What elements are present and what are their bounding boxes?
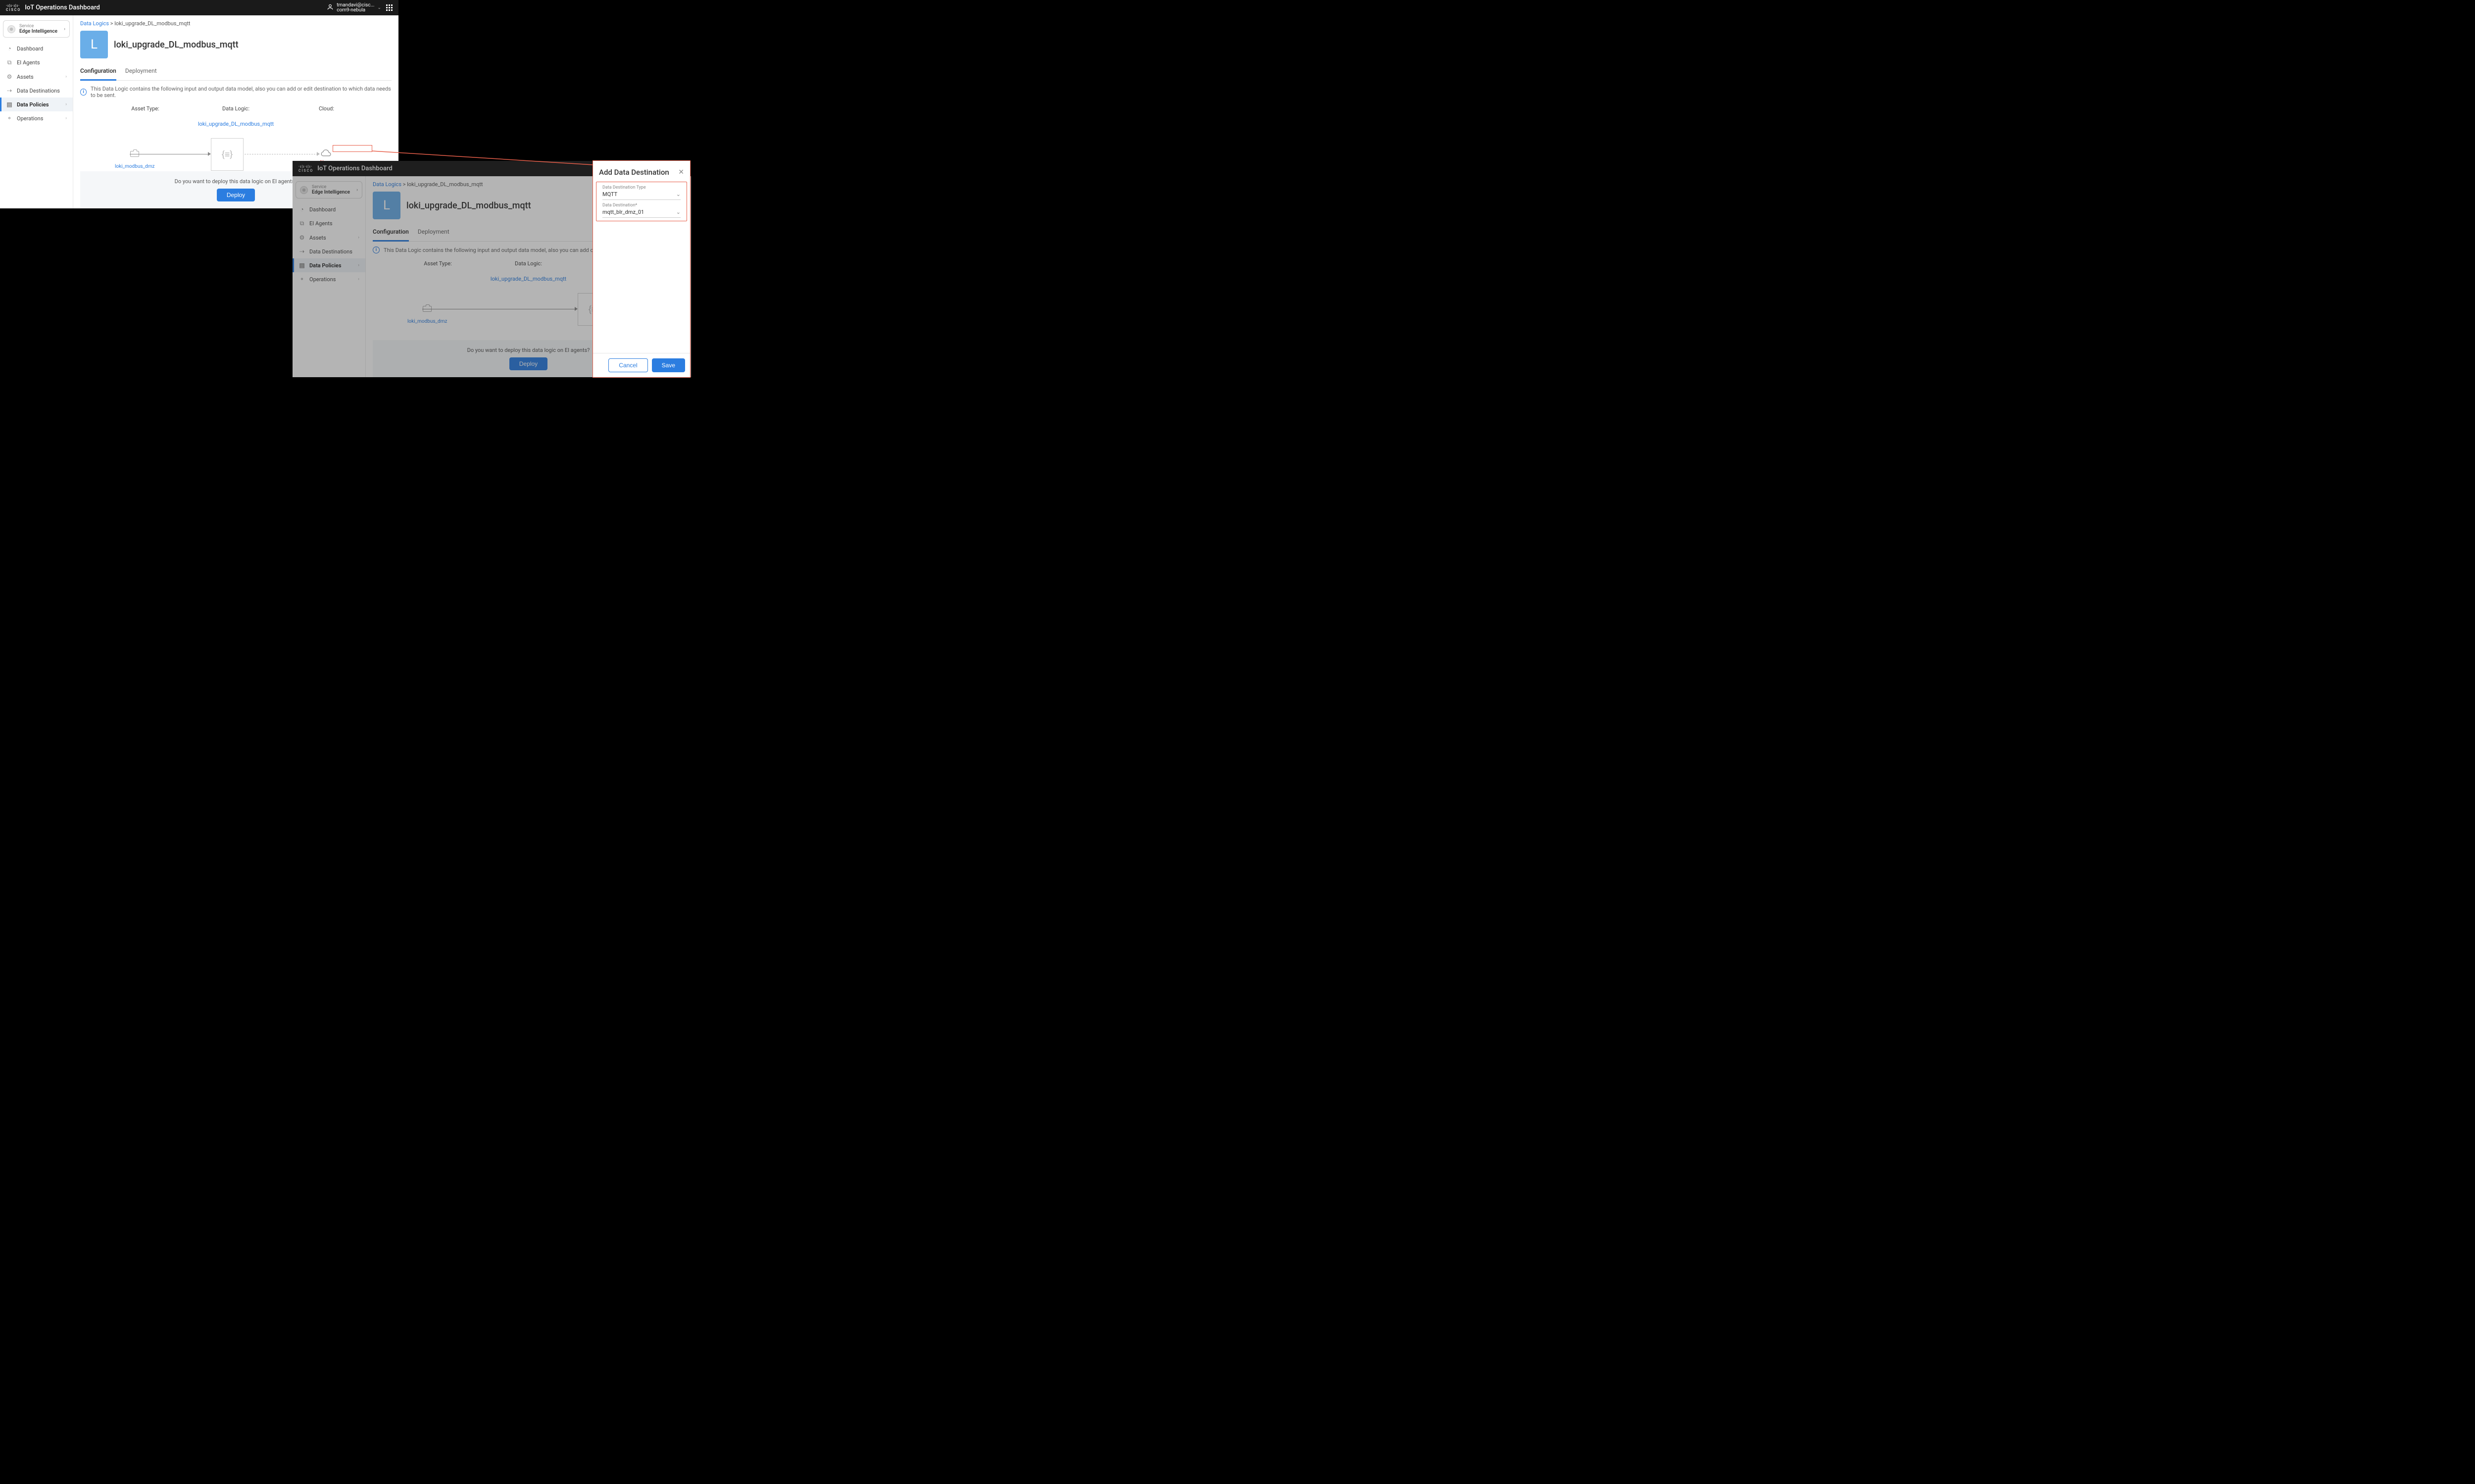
deploy-button[interactable]: Deploy: [217, 189, 255, 201]
service-selector[interactable]: Service Edge Intelligence ›: [296, 181, 362, 198]
chevron-right-icon: ›: [358, 277, 359, 282]
tabs: Configuration Deployment: [80, 63, 392, 81]
sidebar-item-operations[interactable]: ⚬ Operations ›: [0, 111, 73, 125]
service-selector[interactable]: Service Edge Intelligence ›: [3, 20, 70, 38]
operations-icon: ⚬: [298, 276, 305, 283]
topbar-right: tmandavi@cisc... com9-nebula ⌄: [327, 3, 393, 13]
chevron-right-icon: ›: [358, 263, 359, 268]
user-icon: [327, 3, 334, 12]
tab-configuration[interactable]: Configuration: [80, 63, 116, 81]
annotation-highlight: [333, 145, 372, 152]
sidebar-item-ei-agents[interactable]: ⧉ EI Agents: [0, 55, 73, 70]
cloud-node: [320, 149, 333, 158]
add-destination-panel: Add Data Destination ✕ Data Destination …: [593, 161, 690, 377]
asset-label[interactable]: loki_modbus_dmz: [115, 164, 154, 169]
sidebar-item-assets[interactable]: ⚙ Assets ›: [0, 70, 73, 84]
annotation-highlight-fields: Data Destination Type MQTT ⌄ Data Destin…: [596, 182, 687, 221]
breadcrumb-leaf: loki_upgrade_DL_modbus_mqtt: [114, 20, 190, 27]
product-title: IoT Operations Dashboard: [25, 4, 100, 11]
chevron-down-icon: ⌄: [676, 209, 681, 215]
gauge-icon: ◔: [6, 45, 13, 52]
page-title: loki_upgrade_DL_modbus_mqtt: [114, 40, 239, 50]
chevron-down-icon: ⌄: [676, 191, 681, 198]
sidebar-item-assets[interactable]: ⚙ Assets ›: [293, 231, 365, 245]
field-destination-type: Data Destination Type MQTT ⌄: [596, 182, 687, 200]
sidebar-item-dashboard[interactable]: ◔ Dashboard: [293, 202, 365, 216]
info-banner: i This Data Logic contains the following…: [80, 86, 392, 99]
field-destination: Data Destination* mqtt_blr_dmz_01 ⌄: [596, 200, 687, 218]
destinations-icon: ⇢: [298, 248, 305, 255]
logic-node: {≡}: [211, 138, 244, 171]
chevron-right-icon: ›: [65, 116, 67, 121]
chevron-right-icon: ›: [356, 188, 358, 193]
cisco-logo: ·ı|ı·ı|ı·CISCO: [6, 4, 21, 12]
logic-box-icon: {≡}: [211, 138, 244, 171]
sidebar-item-data-policies[interactable]: ▤ Data Policies ›: [293, 258, 365, 272]
app-switcher-icon[interactable]: [386, 4, 393, 11]
chevron-down-icon: ⌄: [377, 5, 381, 10]
destination-select[interactable]: mqtt_blr_dmz_01 ⌄: [602, 209, 681, 218]
cisco-logo: ·ı|ı·ı|ı·CISCO: [298, 165, 313, 173]
sidebar-item-data-destinations[interactable]: ⇢ Data Destinations: [293, 245, 365, 258]
tab-deployment[interactable]: Deployment: [418, 224, 449, 241]
operations-icon: ⚬: [6, 115, 13, 122]
sidebar-item-ei-agents[interactable]: ⧉ EI Agents: [293, 216, 365, 231]
sidebar-item-operations[interactable]: ⚬ Operations ›: [293, 272, 365, 286]
cloud-icon: [320, 149, 333, 158]
breadcrumb: Data Logics > loki_upgrade_DL_modbus_mqt…: [80, 20, 392, 27]
service-dot-icon: [300, 186, 308, 194]
brand: ·ı|ı·ı|ı·CISCO IoT Operations Dashboard: [298, 165, 393, 173]
policies-icon: ▤: [298, 262, 305, 269]
breadcrumb-root[interactable]: Data Logics: [80, 20, 109, 27]
policies-icon: ▤: [6, 101, 13, 108]
tab-deployment[interactable]: Deployment: [125, 63, 157, 80]
sidebar-item-data-destinations[interactable]: ⇢ Data Destinations: [0, 84, 73, 98]
sidebar-item-data-policies[interactable]: ▤ Data Policies ›: [0, 98, 73, 111]
data-logic-link[interactable]: loki_upgrade_DL_modbus_mqtt: [80, 121, 392, 127]
save-button[interactable]: Save: [652, 358, 685, 372]
info-icon: i: [80, 89, 87, 96]
page-title: loki_upgrade_DL_modbus_mqtt: [406, 200, 531, 211]
deploy-button[interactable]: Deploy: [509, 357, 547, 370]
destination-type-select[interactable]: MQTT ⌄: [602, 191, 681, 200]
panel-title: Add Data Destination: [599, 168, 669, 177]
chevron-right-icon: ›: [65, 102, 67, 107]
sidebar: Service Edge Intelligence › ◔ Dashboard …: [293, 176, 366, 377]
entity-tile: L: [373, 192, 400, 219]
destinations-icon: ⇢: [6, 87, 13, 94]
assets-icon: ⚙: [298, 234, 305, 241]
col-cloud: Cloud:: [281, 105, 372, 112]
col-asset-type: Asset Type:: [100, 105, 191, 112]
service-dot-icon: [7, 25, 15, 33]
breadcrumb-root[interactable]: Data Logics: [373, 181, 401, 188]
user-menu[interactable]: tmandavi@cisc... com9-nebula ⌄: [327, 3, 381, 13]
col-data-logic: Data Logic:: [191, 105, 281, 112]
sidebar: Service Edge Intelligence › ◔ Dashboard …: [0, 15, 73, 208]
chevron-right-icon: ›: [358, 235, 359, 240]
chevron-right-icon: ›: [65, 74, 67, 79]
column-headers: Asset Type: Data Logic: Cloud:: [80, 105, 392, 112]
chevron-right-icon: ›: [64, 27, 65, 32]
agent-icon: ⧉: [298, 220, 305, 227]
entity-tile: L: [80, 31, 108, 58]
close-icon[interactable]: ✕: [678, 168, 684, 176]
tab-configuration[interactable]: Configuration: [373, 224, 409, 242]
gauge-icon: ◔: [298, 206, 305, 213]
topbar: ·ı|ı·ı|ı·CISCO IoT Operations Dashboard …: [0, 0, 398, 15]
info-icon: i: [373, 247, 380, 253]
sidebar-item-dashboard[interactable]: ◔ Dashboard: [0, 42, 73, 55]
brand: ·ı|ı·ı|ı·CISCO IoT Operations Dashboard: [6, 4, 100, 12]
agent-icon: ⧉: [6, 59, 13, 66]
assets-icon: ⚙: [6, 73, 13, 80]
cancel-button[interactable]: Cancel: [608, 358, 647, 372]
